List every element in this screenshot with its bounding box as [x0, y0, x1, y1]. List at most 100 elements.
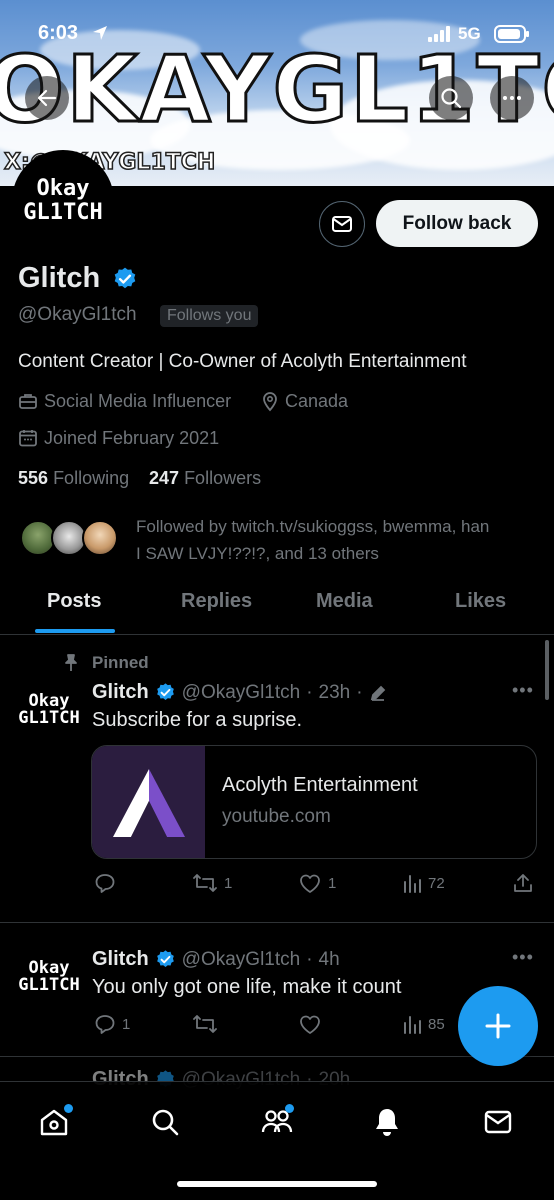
repost-icon [193, 1015, 217, 1033]
notification-dot [64, 1104, 73, 1113]
nav-messages[interactable] [478, 1102, 518, 1142]
compose-post-button[interactable] [458, 986, 538, 1066]
post-avatar-logo-bottom: GL1TCH [18, 708, 80, 728]
verified-badge-icon [156, 950, 174, 967]
separator-dot: · [356, 681, 363, 703]
followed-by-text[interactable]: Followed by twitch.tv/sukioggss, bwemma,… [136, 513, 489, 567]
pin-icon [63, 654, 79, 672]
avatar-logo-top: Okay [36, 176, 90, 201]
followers-count: 247 [149, 468, 180, 488]
follow-back-button[interactable]: Follow back [376, 200, 538, 247]
search-icon [152, 1109, 179, 1136]
briefcase-icon [18, 391, 38, 411]
reply-icon [95, 874, 115, 893]
link-card-thumbnail [92, 746, 205, 858]
reply-icon [95, 1015, 115, 1034]
post-author-avatar[interactable]: Okay GL1TCH [18, 693, 80, 727]
post-author-avatar[interactable]: Okay GL1TCH [18, 960, 80, 994]
plus-icon [485, 1013, 511, 1039]
profile-name: Glitch [18, 262, 101, 294]
reply-button[interactable] [94, 872, 122, 894]
nav-home[interactable] [34, 1102, 74, 1142]
tab-posts[interactable]: Posts [47, 590, 101, 613]
repost-button[interactable] [192, 1013, 224, 1035]
share-icon [514, 874, 532, 892]
tab-media[interactable]: Media [316, 590, 373, 613]
post-header: Glitch @OkayGl1tch · 4h [92, 948, 340, 971]
followed-by-line-2: I SAW LVJY!??!?, and 13 others [136, 544, 379, 563]
profile-joined: Joined February 2021 [44, 428, 220, 448]
link-card[interactable]: Acolyth Entertainment youtube.com [91, 745, 537, 859]
nav-search[interactable] [145, 1102, 185, 1142]
post-time: 4h [318, 948, 340, 970]
post-author-handle: @OkayGl1tch [181, 681, 301, 703]
tab-likes[interactable]: Likes [455, 590, 506, 613]
like-count: 1 [328, 874, 337, 892]
home-indicator [177, 1181, 377, 1187]
location-pin-icon [260, 390, 280, 412]
acolyth-logo-icon [112, 769, 185, 837]
following-label: Following [53, 468, 130, 488]
repost-icon [193, 874, 217, 892]
post-more-button[interactable]: ••• [512, 947, 534, 968]
post-author-name[interactable]: Glitch [92, 948, 149, 971]
views-button[interactable]: 72 [402, 872, 445, 894]
separator-dot: · [306, 681, 313, 703]
follower-avatar [82, 520, 118, 556]
status-time: 6:03 [38, 22, 79, 44]
active-tab-indicator [35, 629, 115, 633]
post-more-button[interactable]: ••• [512, 680, 534, 701]
like-button[interactable]: 1 [298, 872, 336, 894]
heart-icon [300, 1015, 320, 1034]
views-button[interactable]: 85 [402, 1013, 445, 1035]
following-count-link[interactable]: 556 Following [18, 468, 129, 489]
notification-dot [285, 1104, 294, 1113]
share-button[interactable] [512, 872, 534, 894]
arrow-left-icon [37, 89, 57, 107]
separator-dot: · [306, 948, 313, 970]
scrollbar-thumb[interactable] [545, 640, 549, 700]
envelope-icon [332, 216, 352, 232]
search-icon [441, 88, 462, 109]
followers-count-link[interactable]: 247 Followers [149, 468, 261, 489]
view-count: 72 [428, 874, 445, 892]
profile-avatar[interactable]: Okay GL1TCH [12, 150, 114, 252]
post-avatar-logo-bottom: GL1TCH [18, 975, 80, 995]
follows-you-badge: Follows you [160, 305, 259, 327]
views-chart-icon [404, 875, 421, 893]
repost-button[interactable]: 1 [192, 872, 232, 894]
battery-icon [494, 24, 530, 44]
reply-count: 1 [122, 1015, 131, 1033]
edit-pencil-icon [370, 685, 385, 701]
post-author-name[interactable]: Glitch [92, 681, 149, 704]
nav-notifications[interactable] [367, 1102, 407, 1142]
like-button[interactable] [298, 1013, 328, 1035]
verified-badge-icon [156, 683, 174, 700]
nav-communities[interactable] [257, 1102, 297, 1142]
link-card-title: Acolyth Entertainment [222, 774, 418, 796]
repost-count: 1 [224, 874, 233, 892]
envelope-icon [484, 1110, 512, 1134]
signal-icon [428, 26, 452, 42]
search-button[interactable] [429, 76, 473, 120]
profile-category: Social Media Influencer [44, 391, 232, 411]
profile-bio: Content Creator | Co-Owner of Acolyth En… [18, 351, 467, 372]
calendar-icon [18, 428, 38, 448]
pinned-label: Pinned [92, 653, 149, 672]
back-button[interactable] [25, 76, 69, 120]
view-count: 85 [428, 1015, 445, 1033]
more-icon [503, 96, 521, 100]
post-author-handle: @OkayGl1tch [181, 948, 301, 970]
followers-label: Followers [184, 468, 262, 488]
post-divider [0, 922, 554, 923]
reply-button[interactable]: 1 [94, 1013, 130, 1035]
avatar-logo-bottom: GL1TCH [23, 200, 103, 225]
profile-location: Canada [285, 391, 349, 411]
bell-icon [376, 1109, 398, 1136]
network-label: 5G [458, 24, 481, 43]
tab-replies[interactable]: Replies [181, 590, 252, 613]
profile-handle: @OkayGl1tch [18, 304, 137, 325]
heart-icon [300, 874, 320, 893]
more-options-button[interactable] [490, 76, 534, 120]
message-button[interactable] [319, 201, 365, 247]
